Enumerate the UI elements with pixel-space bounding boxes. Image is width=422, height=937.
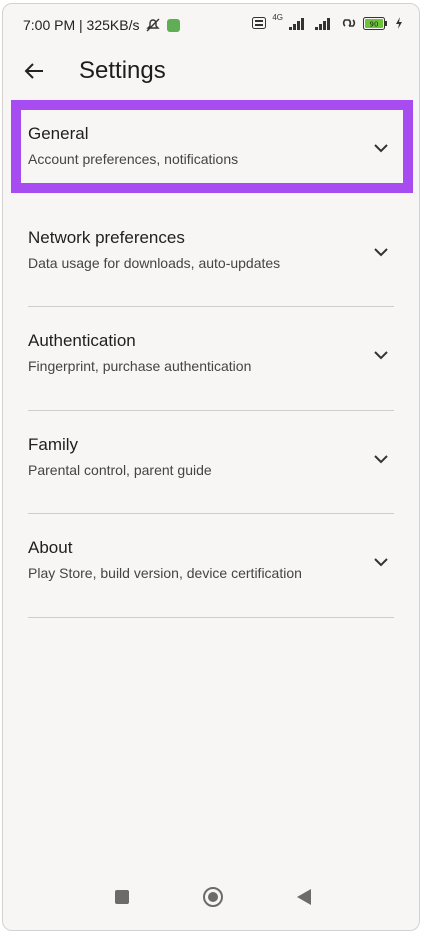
settings-item-title: Authentication bbox=[28, 331, 136, 350]
back-button[interactable] bbox=[19, 56, 49, 86]
settings-item-title: Family bbox=[28, 434, 79, 454]
settings-item-subtitle: Parental control, parent guide bbox=[28, 461, 212, 478]
status-time-speed: 7:00 PM | 325KB/s bbox=[23, 17, 140, 33]
network-type-label: 4G bbox=[272, 12, 283, 22]
signal-strength-2-icon bbox=[315, 17, 330, 30]
settings-item-subtitle: Fingerprint, purchase authentication bbox=[28, 358, 252, 374]
chevron-down-icon[interactable] bbox=[371, 242, 391, 262]
settings-item-authentication[interactable]: Authentication Fingerprint, purchase aut… bbox=[3, 307, 419, 411]
chevron-down-icon[interactable] bbox=[371, 138, 391, 158]
divider bbox=[28, 616, 394, 618]
square-icon[interactable] bbox=[115, 890, 129, 904]
settings-list: General Account preferences, notificatio… bbox=[3, 100, 419, 618]
hotspot-icon bbox=[342, 19, 356, 27]
system-nav-bar bbox=[3, 876, 419, 930]
battery-level-label: 90 bbox=[370, 20, 379, 28]
settings-item-title: Network preferences bbox=[28, 227, 185, 247]
chevron-down-icon[interactable] bbox=[371, 552, 391, 572]
status-bar: 7:00 PM | 325KB/s 4G 90 bbox=[3, 4, 419, 44]
settings-item-general[interactable]: General Account preferences, notificatio… bbox=[3, 100, 419, 204]
page-title: Settings bbox=[79, 57, 166, 84]
circle-icon[interactable] bbox=[202, 886, 224, 908]
app-bar: Settings bbox=[3, 52, 419, 92]
settings-item-network-preferences[interactable]: Network preferences Data usage for downl… bbox=[3, 204, 419, 307]
settings-item-subtitle: Account preferences, notifications bbox=[28, 151, 239, 167]
chevron-down-icon[interactable] bbox=[371, 449, 391, 469]
settings-item-subtitle: Data usage for downloads, auto-updates bbox=[28, 254, 281, 271]
status-right: 4G 90 bbox=[252, 12, 403, 30]
settings-item-subtitle: Play Store, build version, device certif… bbox=[28, 565, 302, 581]
settings-item-about[interactable]: About Play Store, build version, device … bbox=[3, 514, 419, 618]
arrow-back-icon bbox=[24, 63, 43, 79]
settings-item-title: General bbox=[28, 124, 89, 143]
status-left: 7:00 PM | 325KB/s bbox=[23, 17, 181, 33]
settings-item-title: About bbox=[28, 538, 73, 557]
triangle-icon[interactable] bbox=[296, 888, 312, 906]
chevron-down-icon[interactable] bbox=[371, 345, 391, 365]
charging-icon bbox=[396, 17, 402, 29]
phone-screen: 7:00 PM | 325KB/s 4G 90 Settings General… bbox=[2, 3, 420, 931]
signal-strength-icon bbox=[289, 17, 304, 30]
settings-item-family[interactable]: Family Parental control, parent guide bbox=[3, 411, 419, 514]
highlight-box bbox=[11, 100, 413, 193]
volte-icon bbox=[252, 17, 267, 29]
mute-icon bbox=[146, 18, 161, 32]
battery-icon: 90 bbox=[363, 16, 387, 30]
app-notification-icon bbox=[167, 18, 181, 32]
